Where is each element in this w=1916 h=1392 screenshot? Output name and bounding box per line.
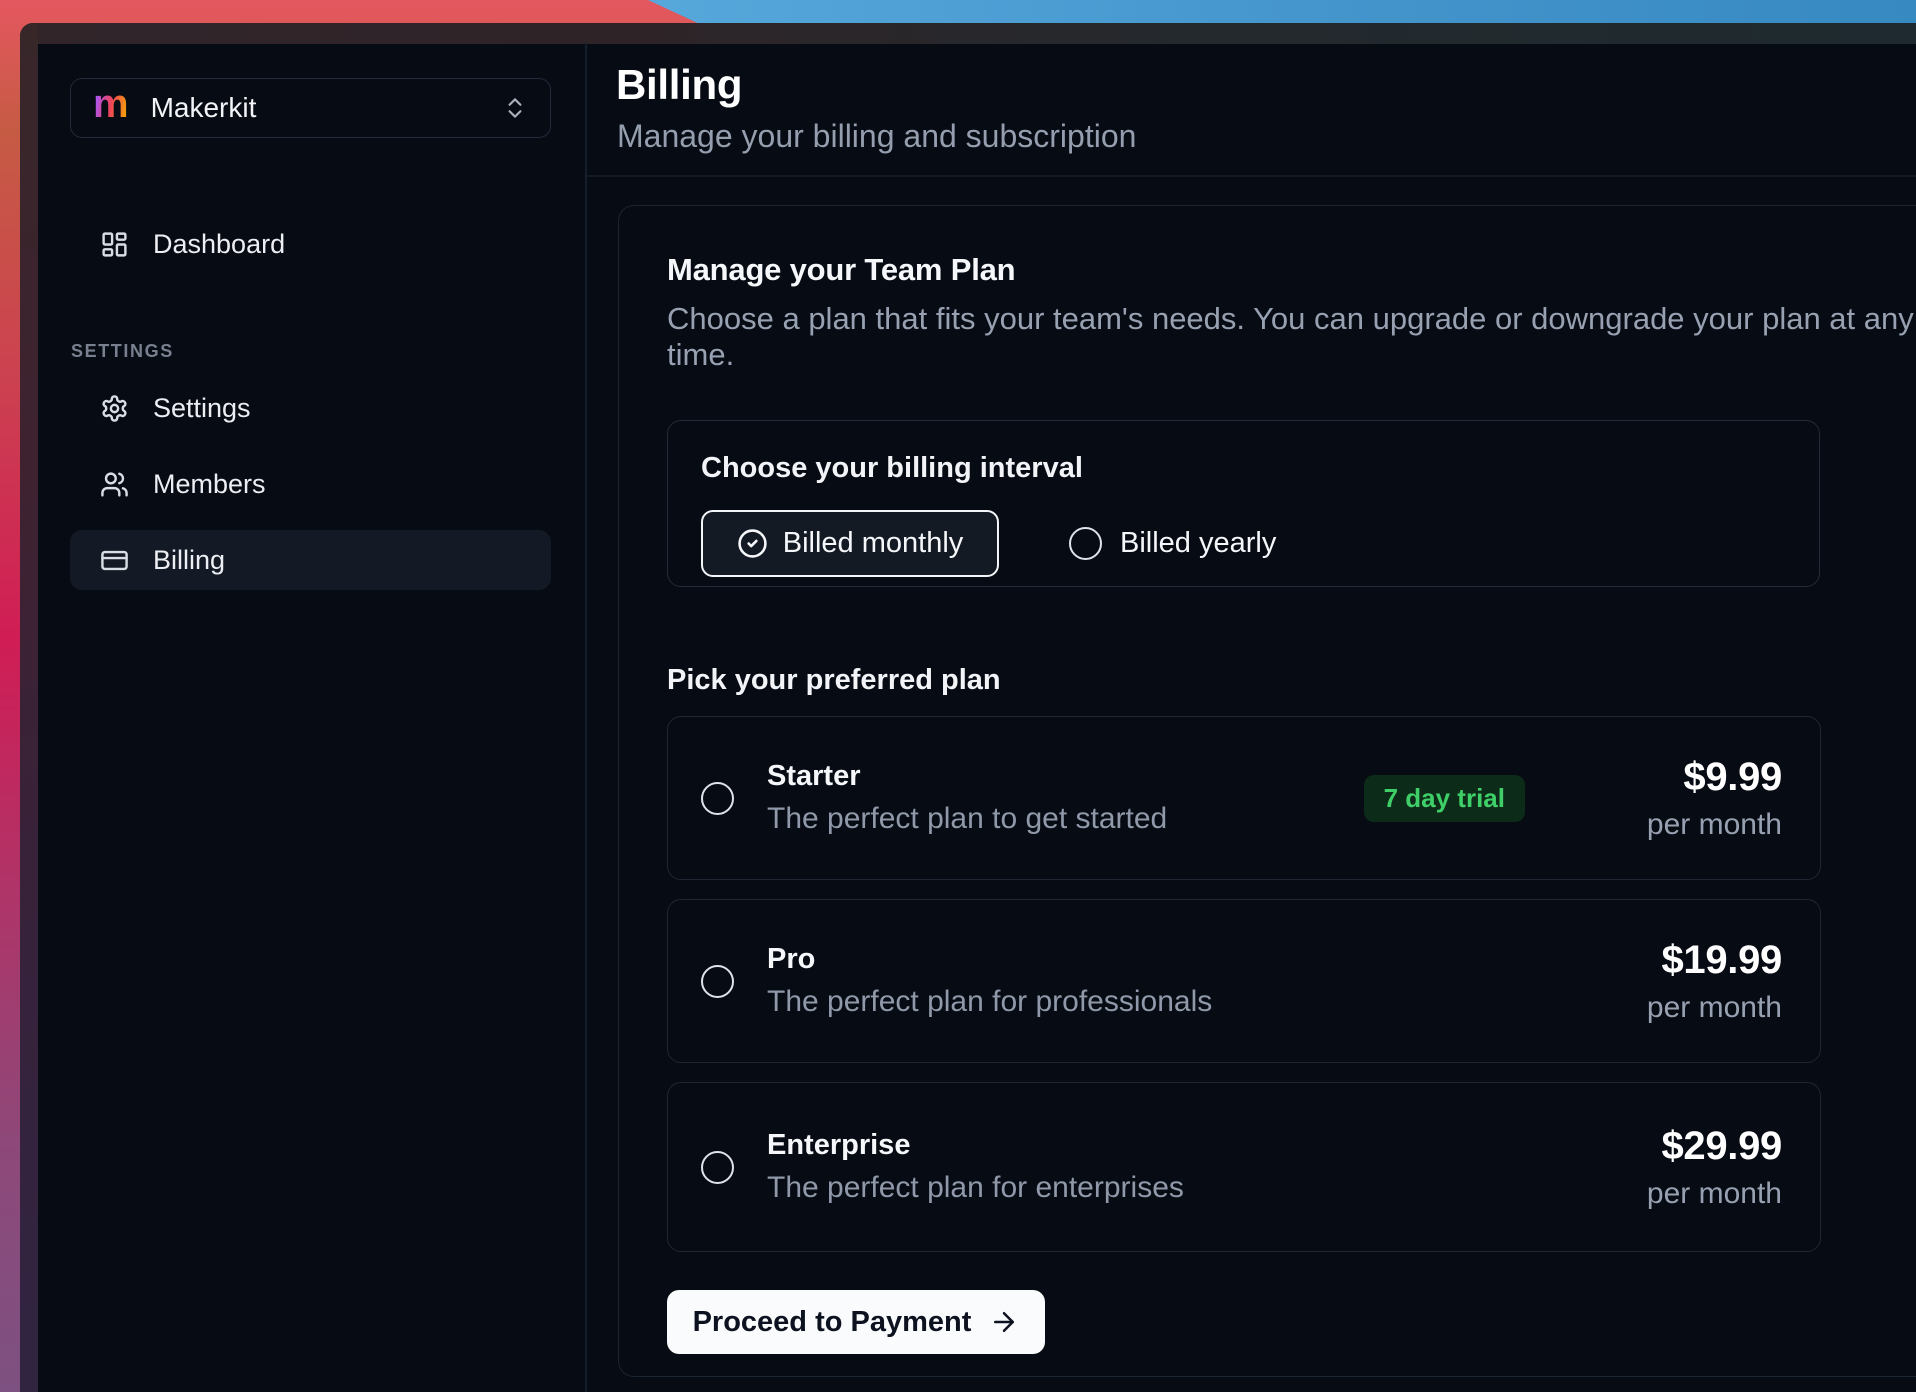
plan-period: per month	[1582, 991, 1782, 1025]
card-subtitle: Choose a plan that fits your team's need…	[667, 301, 1916, 373]
sidebar-item-label: Dashboard	[153, 229, 285, 260]
billed-yearly-option[interactable]: Billed yearly	[1069, 527, 1276, 560]
sidebar-divider	[585, 43, 587, 1392]
layout-dashboard-icon	[100, 230, 129, 259]
radio-circle[interactable]	[701, 1151, 734, 1184]
makerkit-logo: m	[93, 89, 129, 119]
radio-circle[interactable]	[1069, 527, 1102, 560]
billing-interval-group: Choose your billing interval Billed mont…	[667, 420, 1820, 587]
plan-description: The perfect plan for enterprises	[767, 1171, 1184, 1205]
sidebar-item-label: Billing	[153, 545, 225, 576]
plan-description: The perfect plan for professionals	[767, 985, 1212, 1019]
radio-circle[interactable]	[701, 782, 734, 815]
plan-period: per month	[1582, 808, 1782, 842]
credit-card-icon	[100, 546, 129, 575]
desktop: { "sidebar": { "workspace": { "logo_lett…	[0, 0, 1916, 1392]
app-window: m Makerkit Dashboard SETTINGS Settings M…	[20, 23, 1916, 1392]
page-title: Billing	[616, 61, 742, 109]
window-left-edge	[20, 23, 38, 1392]
plan-row-enterprise[interactable]: Enterprise The perfect plan for enterpri…	[667, 1082, 1821, 1252]
plan-description: The perfect plan to get started	[767, 802, 1167, 836]
card-title: Manage your Team Plan	[667, 252, 1916, 288]
plan-name: Enterprise	[767, 1129, 1184, 1162]
circle-check-icon	[737, 528, 768, 559]
page-subtitle: Manage your billing and subscription	[617, 118, 1136, 155]
billed-monthly-label: Billed monthly	[783, 527, 964, 560]
sidebar-item-label: Members	[153, 469, 266, 500]
workspace-name: Makerkit	[151, 92, 257, 124]
plan-name: Starter	[767, 760, 1167, 793]
sidebar-item-members[interactable]: Members	[70, 454, 551, 514]
chevrons-up-down-icon	[502, 95, 528, 121]
sidebar-item-billing[interactable]: Billing	[70, 530, 551, 590]
plan-price: $19.99	[1582, 938, 1782, 983]
pick-plan-label: Pick your preferred plan	[667, 664, 1916, 697]
proceed-to-payment-button[interactable]: Proceed to Payment	[667, 1290, 1045, 1354]
plan-price: $9.99	[1582, 755, 1782, 800]
window-titlebar	[20, 23, 1916, 44]
trial-badge: 7 day trial	[1364, 775, 1525, 822]
plan-name: Pro	[767, 943, 1212, 976]
billing-interval-label: Choose your billing interval	[701, 452, 1786, 485]
workspace-selector[interactable]: m Makerkit	[70, 78, 551, 138]
gear-icon	[100, 394, 129, 423]
sidebar-section-settings: SETTINGS	[71, 341, 174, 362]
sidebar-item-label: Settings	[153, 393, 251, 424]
plan-price: $29.99	[1582, 1124, 1782, 1169]
sidebar-item-dashboard[interactable]: Dashboard	[70, 214, 551, 274]
plan-period: per month	[1582, 1177, 1782, 1211]
plan-row-pro[interactable]: Pro The perfect plan for professionals $…	[667, 899, 1821, 1063]
proceed-button-label: Proceed to Payment	[693, 1306, 972, 1339]
billed-yearly-label: Billed yearly	[1120, 527, 1276, 560]
billed-monthly-option[interactable]: Billed monthly	[701, 510, 999, 577]
plan-row-starter[interactable]: Starter The perfect plan to get started …	[667, 716, 1821, 880]
arrow-right-icon	[989, 1307, 1019, 1337]
sidebar-item-settings[interactable]: Settings	[70, 378, 551, 438]
radio-circle[interactable]	[701, 965, 734, 998]
users-icon	[100, 470, 129, 499]
team-plan-card: Manage your Team Plan Choose a plan that…	[618, 205, 1916, 1377]
header-divider	[586, 175, 1916, 177]
